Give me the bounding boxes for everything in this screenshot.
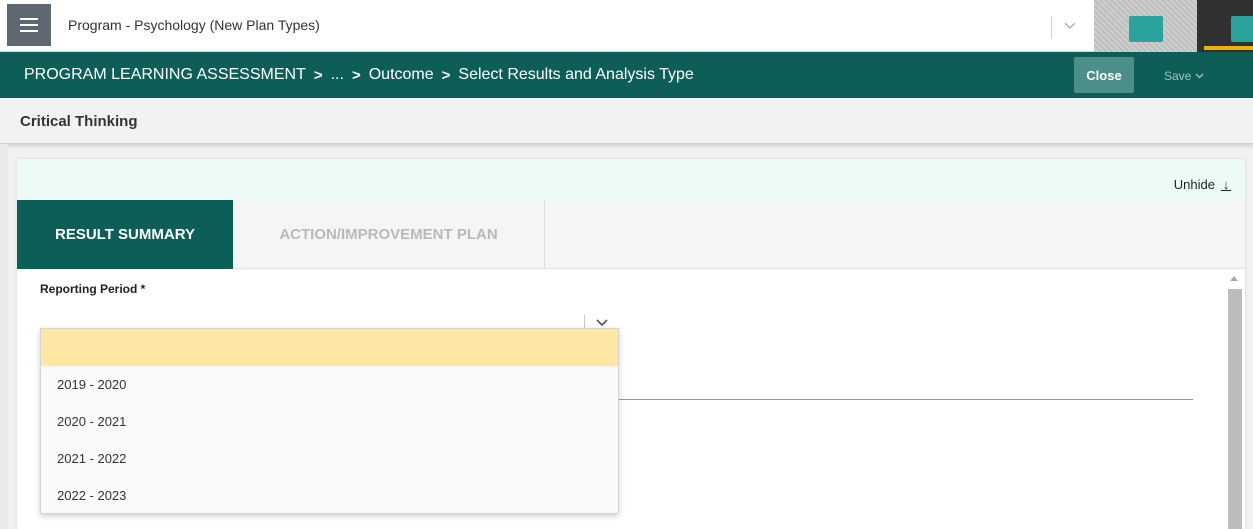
breadcrumb-separator: >: [351, 66, 361, 84]
left-margin: [0, 144, 8, 529]
panel-header: Unhide ↓: [17, 159, 1245, 200]
page-title: Critical Thinking: [20, 113, 138, 130]
breadcrumb-item-outcome[interactable]: Outcome: [369, 66, 434, 84]
app-tile-button[interactable]: [1129, 16, 1163, 42]
scroll-up-arrow-icon[interactable]: [1230, 276, 1238, 281]
breadcrumb-item-program-learning-assessment[interactable]: PROGRAM LEARNING ASSESSMENT: [24, 66, 306, 84]
save-button-label: Save: [1164, 69, 1192, 83]
hamburger-menu-button[interactable]: [7, 4, 51, 46]
field-underline: [617, 399, 1193, 400]
close-button[interactable]: Close: [1074, 57, 1134, 93]
save-dropdown-button[interactable]: Save: [1164, 64, 1204, 88]
reporting-period-label: Reporting Period *: [40, 282, 146, 296]
breadcrumb: PROGRAM LEARNING ASSESSMENT > ... > Outc…: [24, 66, 694, 84]
top-bar: Program - Psychology (New Plan Types): [0, 0, 1253, 52]
dropdown-option[interactable]: 2021 - 2022: [41, 440, 618, 477]
active-indicator: [1204, 46, 1253, 50]
dropdown-option[interactable]: 2022 - 2023: [41, 477, 618, 514]
breadcrumb-separator: >: [313, 66, 323, 84]
chevron-down-icon: [1195, 73, 1204, 79]
vertical-scrollbar[interactable]: [1225, 269, 1245, 529]
divider: [1051, 16, 1052, 38]
scroll-thumb[interactable]: [1228, 289, 1242, 529]
program-title: Program - Psychology (New Plan Types): [68, 17, 320, 33]
dropdown-option[interactable]: 2020 - 2021: [41, 403, 618, 440]
dropdown-option-empty[interactable]: [41, 329, 618, 366]
program-select-chevron-down-icon[interactable]: [1058, 14, 1082, 38]
dropdown-option[interactable]: 2019 - 2020: [41, 366, 618, 403]
breadcrumb-bar: PROGRAM LEARNING ASSESSMENT > ... > Outc…: [0, 52, 1253, 98]
arrow-down-underline-icon: ↓: [1221, 176, 1231, 192]
tab-bar: RESULT SUMMARY ACTION/IMPROVEMENT PLAN: [17, 200, 1245, 269]
breadcrumb-item-current: Select Results and Analysis Type: [458, 66, 694, 83]
breadcrumb-separator: >: [441, 66, 451, 84]
title-bar: Critical Thinking: [0, 98, 1253, 144]
hamburger-menu-icon: [20, 18, 38, 20]
reporting-period-dropdown-list: 2019 - 2020 2020 - 2021 2021 - 2022 2022…: [40, 328, 619, 514]
unhide-button[interactable]: Unhide ↓: [1174, 177, 1231, 192]
breadcrumb-item-ellipsis[interactable]: ...: [331, 66, 344, 84]
tab-result-summary[interactable]: RESULT SUMMARY: [17, 200, 233, 269]
unhide-label: Unhide: [1173, 177, 1215, 192]
tab-action-improvement-plan[interactable]: ACTION/IMPROVEMENT PLAN: [233, 200, 545, 269]
app-tile-button-2[interactable]: [1231, 16, 1253, 42]
